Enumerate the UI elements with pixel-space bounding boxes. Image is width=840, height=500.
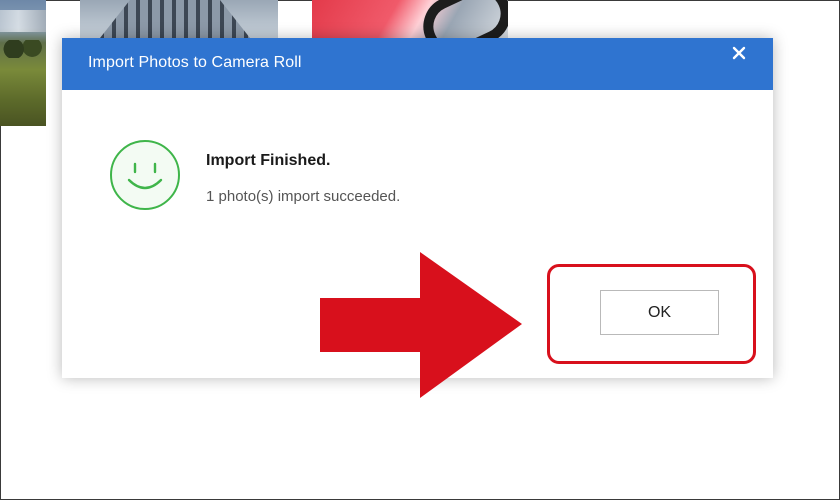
close-icon <box>732 46 746 60</box>
dialog-title-bar[interactable]: Import Photos to Camera Roll <box>62 38 773 90</box>
arrow-right-icon <box>320 252 522 398</box>
ok-highlight-box <box>547 264 756 364</box>
photo-thumbnail[interactable] <box>80 0 278 38</box>
message-title: Import Finished. <box>206 152 331 169</box>
photo-thumbnail[interactable] <box>312 0 508 38</box>
smiley-face-icon <box>110 140 180 210</box>
close-button[interactable] <box>718 38 760 68</box>
photo-thumbnail[interactable] <box>0 0 46 126</box>
dialog-title: Import Photos to Camera Roll <box>88 54 302 71</box>
message-detail: 1 photo(s) import succeeded. <box>206 188 401 205</box>
